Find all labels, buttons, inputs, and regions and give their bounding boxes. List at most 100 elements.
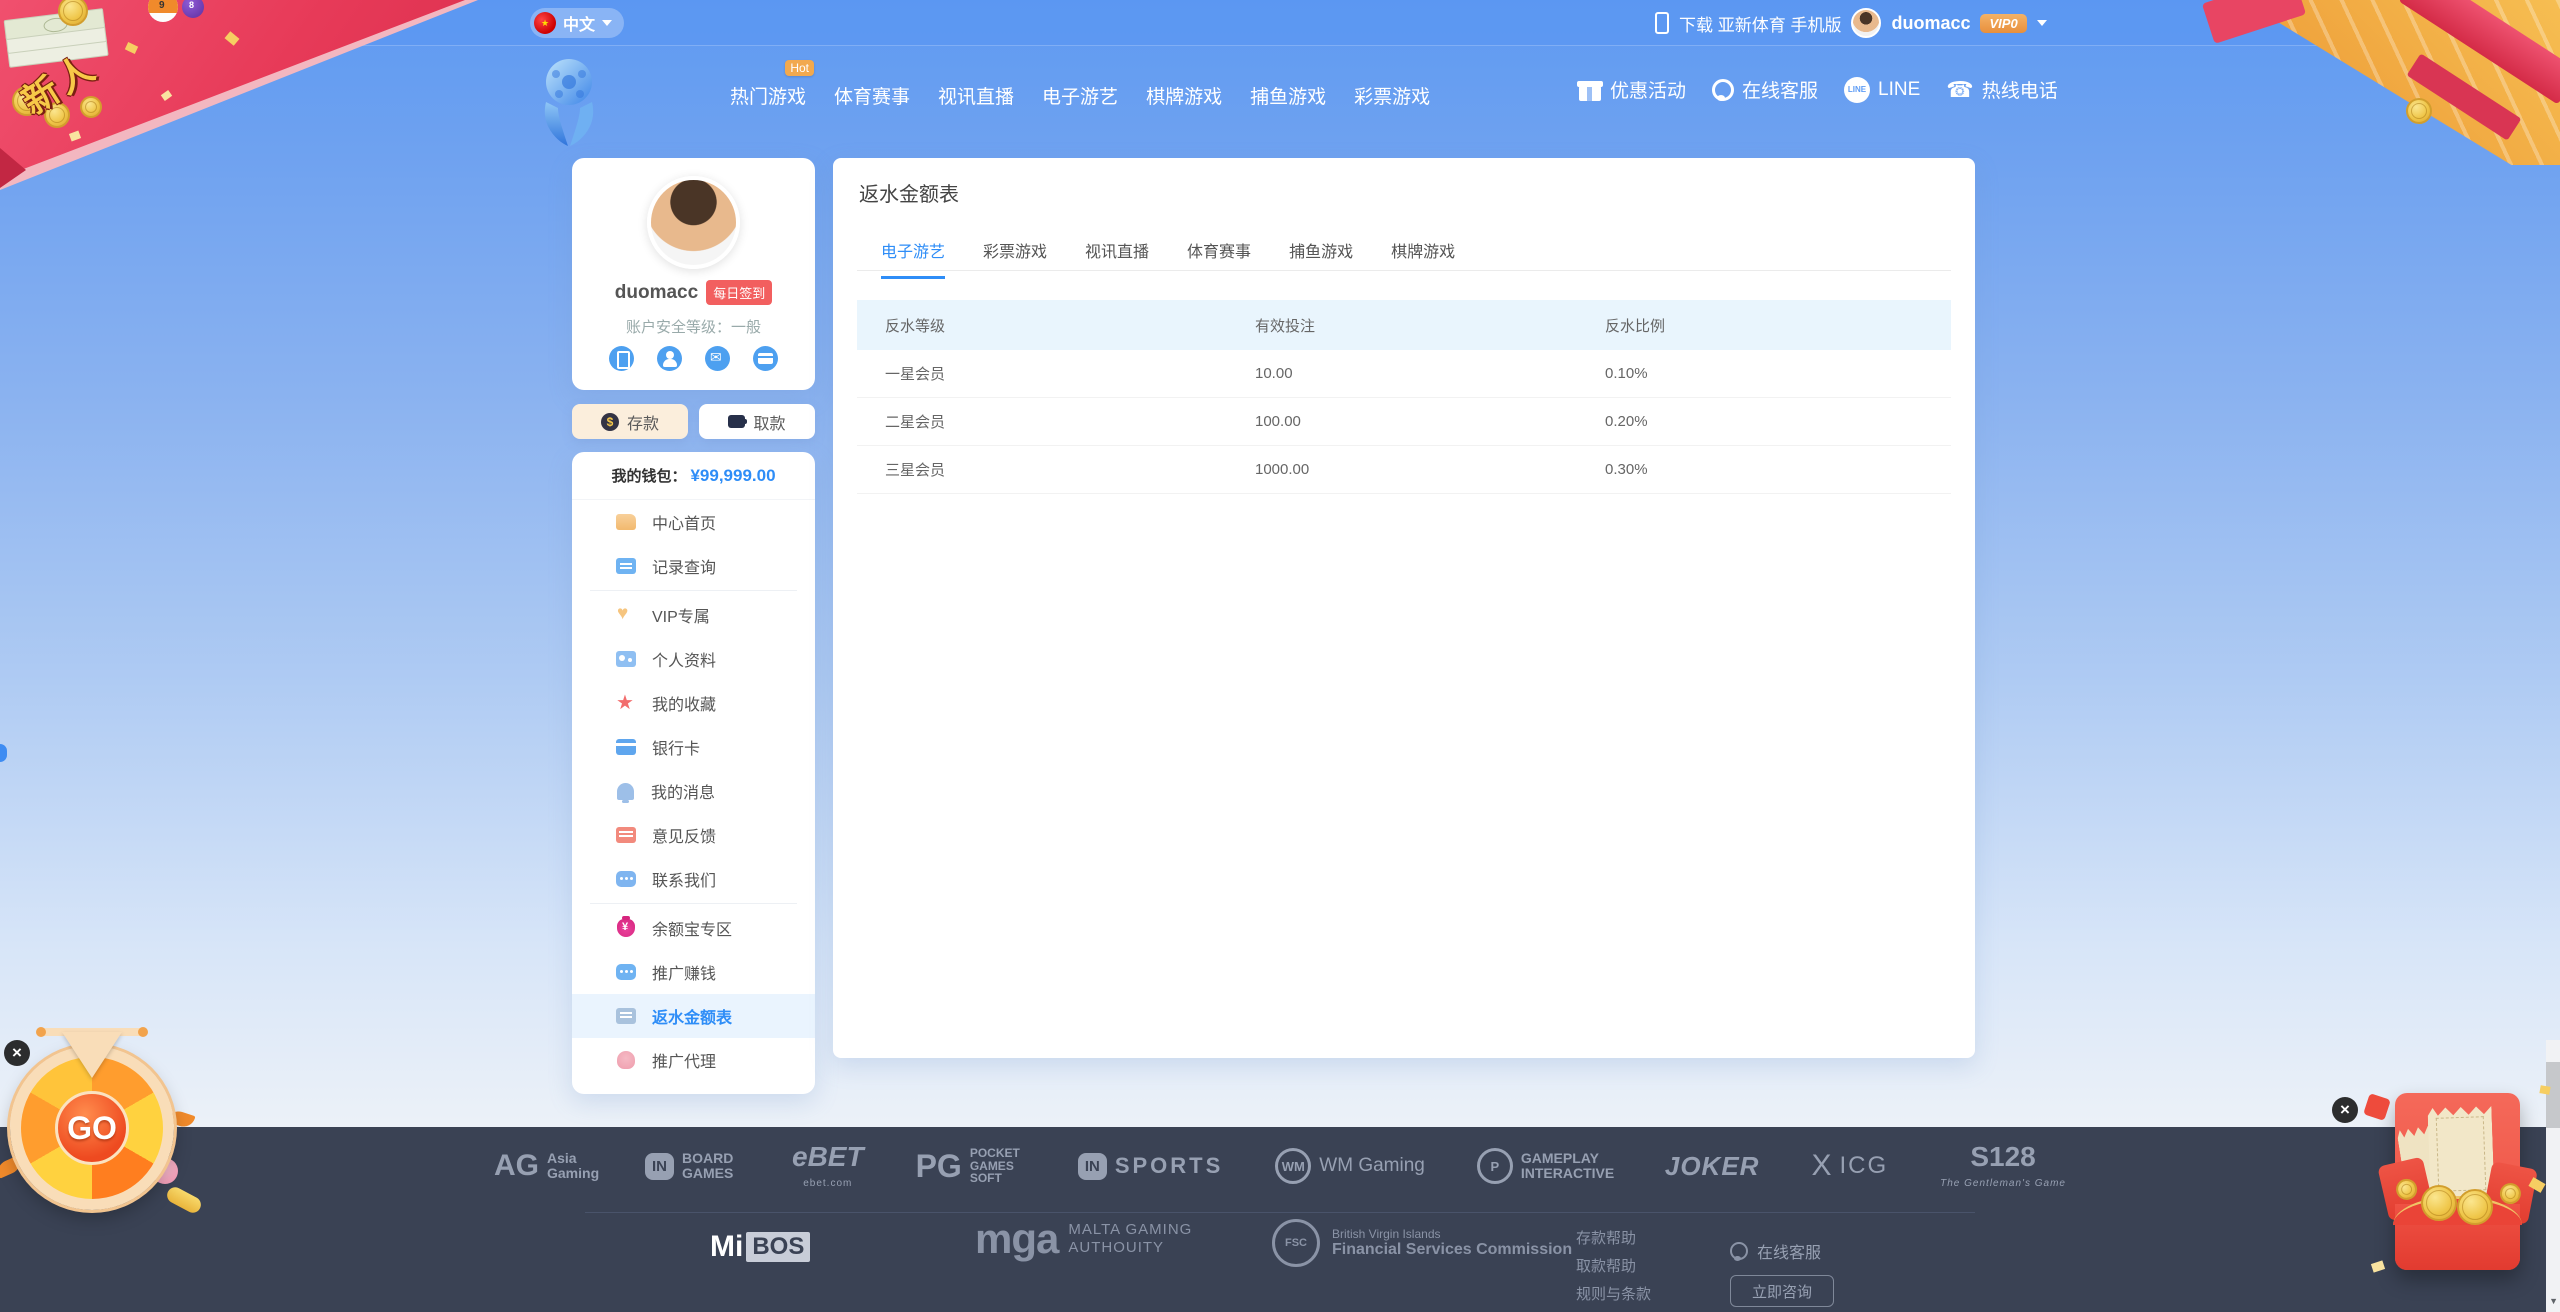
sidebar-item-yuebao[interactable]: 余额宝专区 bbox=[572, 906, 815, 950]
nav-electronic-games[interactable]: 电子游艺 bbox=[1042, 82, 1118, 109]
headset-icon bbox=[1730, 1242, 1748, 1260]
mail-icon[interactable] bbox=[705, 346, 730, 371]
profile-username: duomacc bbox=[615, 283, 698, 303]
tab-fishing-games[interactable]: 捕鱼游戏 bbox=[1289, 238, 1353, 279]
topbar: ★ 中文 下载 亚新体育 手机版 duomacc VIP0 bbox=[0, 0, 2560, 46]
footer-service: 在线客服 立即咨询 bbox=[1730, 1239, 1834, 1307]
menu-label: 中心首页 bbox=[652, 510, 716, 534]
cell-bet: 1000.00 bbox=[1255, 461, 1605, 478]
withdraw-button[interactable]: 取款 bbox=[699, 404, 815, 439]
provider-mark: X bbox=[1811, 1149, 1831, 1183]
language-selector[interactable]: ★ 中文 bbox=[530, 8, 624, 38]
sidebar-item-home[interactable]: 中心首页 bbox=[572, 500, 815, 544]
menu-label: 银行卡 bbox=[652, 735, 700, 759]
provider-logo-ebet: eBET ebet.com bbox=[792, 1141, 864, 1191]
sidebar-item-feedback[interactable]: 意见反馈 bbox=[572, 813, 815, 857]
scrollbar-thumb[interactable] bbox=[2546, 1062, 2560, 1128]
wheel-pointer-icon bbox=[62, 1032, 122, 1078]
menu-label: 推广赚钱 bbox=[652, 960, 716, 984]
tab-sports[interactable]: 体育赛事 bbox=[1187, 238, 1251, 279]
nav-lottery-games[interactable]: 彩票游戏 bbox=[1354, 82, 1430, 109]
avatar[interactable] bbox=[647, 176, 740, 269]
deposit-label: 存款 bbox=[627, 410, 659, 434]
provider-name: SPORTS bbox=[1115, 1153, 1223, 1179]
sidebar-item-promo-earn[interactable]: 推广赚钱 bbox=[572, 950, 815, 994]
vip-icon bbox=[616, 607, 636, 623]
consult-now-button[interactable]: 立即咨询 bbox=[1730, 1275, 1834, 1307]
sidebar-item-contact-us[interactable]: 联系我们 bbox=[572, 857, 815, 901]
provider-name: POCKET GAMES SOFT bbox=[970, 1147, 1026, 1185]
bank-card-icon[interactable] bbox=[753, 346, 778, 371]
username[interactable]: duomacc bbox=[1891, 13, 1970, 34]
sidebar-item-favorites[interactable]: 我的收藏 bbox=[572, 681, 815, 725]
gift-icon bbox=[1578, 78, 1602, 102]
wheel-go-button[interactable]: GO bbox=[55, 1091, 129, 1165]
sidebar-item-profile[interactable]: 个人资料 bbox=[572, 637, 815, 681]
envelope-close-button[interactable]: × bbox=[2332, 1097, 2358, 1123]
col-header: 反水比例 bbox=[1605, 315, 1951, 336]
identity-icon[interactable] bbox=[657, 346, 682, 371]
chevron-down-icon[interactable] bbox=[2037, 20, 2047, 26]
util-label: 在线客服 bbox=[1742, 76, 1818, 103]
tab-lottery-games[interactable]: 彩票游戏 bbox=[983, 238, 1047, 279]
sidebar-item-promo-agent[interactable]: 推广代理 bbox=[572, 1038, 815, 1082]
provider-logo-icg: X ICG bbox=[1811, 1149, 1888, 1183]
security-level-label: 账户安全等级：一般 bbox=[572, 316, 815, 337]
table-row: 三星会员 1000.00 0.30% bbox=[857, 446, 1951, 494]
cell-level: 一星会员 bbox=[857, 363, 1255, 384]
telephone-icon: ☎ bbox=[1946, 77, 1973, 103]
tab-electronic-games[interactable]: 电子游艺 bbox=[881, 238, 945, 279]
util-label: LINE bbox=[1878, 79, 1920, 101]
deposit-button[interactable]: $ 存款 bbox=[572, 404, 688, 439]
wheel-close-button[interactable]: × bbox=[4, 1040, 30, 1066]
cell-level: 三星会员 bbox=[857, 459, 1255, 480]
line-link[interactable]: LINE LINE bbox=[1844, 76, 1920, 103]
provider-logo-gameplay: P GAMEPLAY INTERACTIVE bbox=[1477, 1148, 1613, 1184]
tab-board-games[interactable]: 棋牌游戏 bbox=[1391, 238, 1455, 279]
daily-signin-badge[interactable]: 每日签到 bbox=[706, 280, 772, 305]
wallet-label: 我的钱包： bbox=[611, 465, 686, 486]
promo-chat-icon bbox=[616, 964, 636, 980]
side-drawer-handle[interactable] bbox=[0, 744, 7, 762]
provider-mark: JOKER bbox=[1665, 1151, 1760, 1182]
customer-service-link[interactable]: 在线客服 bbox=[1712, 76, 1818, 103]
provider-logo-s128: S128 The Gentleman's Game bbox=[1940, 1141, 2066, 1191]
agent-icon bbox=[617, 1051, 635, 1069]
sidebar-item-vip[interactable]: VIP专属 bbox=[572, 593, 815, 637]
promos-link[interactable]: 优惠活动 bbox=[1578, 76, 1686, 103]
nav-live-video[interactable]: 视讯直播 bbox=[938, 82, 1014, 109]
trophy-football-icon bbox=[532, 56, 604, 148]
tab-live-video[interactable]: 视讯直播 bbox=[1085, 238, 1149, 279]
download-app-link[interactable]: 下载 亚新体育 手机版 bbox=[1679, 11, 1841, 36]
provider-logos: AG Asia Gaming IN BOARD GAMES eBET ebet.… bbox=[0, 1141, 2560, 1191]
red-envelope-promo[interactable] bbox=[2395, 1093, 2520, 1270]
provider-name: WM Gaming bbox=[1319, 1155, 1425, 1177]
nav-hot-games[interactable]: 热门游戏 Hot bbox=[730, 82, 806, 109]
rebate-tabs: 电子游艺 彩票游戏 视讯直播 体育赛事 捕鱼游戏 棋牌游戏 bbox=[881, 238, 1455, 279]
hotline-link[interactable]: ☎ 热线电话 bbox=[1946, 76, 2057, 103]
nav-board-games[interactable]: 棋牌游戏 bbox=[1146, 82, 1222, 109]
sidebar-item-records[interactable]: 记录查询 bbox=[572, 544, 815, 588]
bvi-logo: FSC British Virgin Islands Financial Ser… bbox=[1272, 1219, 1572, 1267]
avatar[interactable] bbox=[1851, 8, 1881, 38]
site-logo[interactable] bbox=[532, 56, 604, 153]
nav-sports[interactable]: 体育赛事 bbox=[834, 82, 910, 109]
sidebar-item-messages[interactable]: 我的消息 bbox=[572, 769, 815, 813]
withdraw-label: 取款 bbox=[753, 410, 785, 434]
feedback-icon bbox=[616, 827, 636, 843]
platform-brand: Mi BOS bbox=[710, 1230, 810, 1264]
link-withdraw-help[interactable]: 取款帮助 bbox=[1576, 1255, 1651, 1276]
phone-bind-icon[interactable] bbox=[609, 346, 634, 371]
provider-name: Asia Gaming bbox=[547, 1151, 593, 1180]
confetti bbox=[2539, 1085, 2550, 1095]
nav-fishing-games[interactable]: 捕鱼游戏 bbox=[1250, 82, 1326, 109]
bvi-line1: British Virgin Islands bbox=[1332, 1227, 1572, 1241]
line-icon: LINE bbox=[1844, 77, 1870, 103]
menu-label: 余额宝专区 bbox=[652, 916, 732, 940]
sidebar-item-rebate-table[interactable]: 返水金额表 bbox=[572, 994, 815, 1038]
link-deposit-help[interactable]: 存款帮助 bbox=[1576, 1227, 1651, 1248]
provider-mark: WM bbox=[1275, 1148, 1311, 1184]
link-rules-terms[interactable]: 规则与条款 bbox=[1576, 1283, 1651, 1304]
sidebar-item-bank-card[interactable]: 银行卡 bbox=[572, 725, 815, 769]
scrollbar-down-icon[interactable]: ▼ bbox=[2549, 1296, 2558, 1306]
